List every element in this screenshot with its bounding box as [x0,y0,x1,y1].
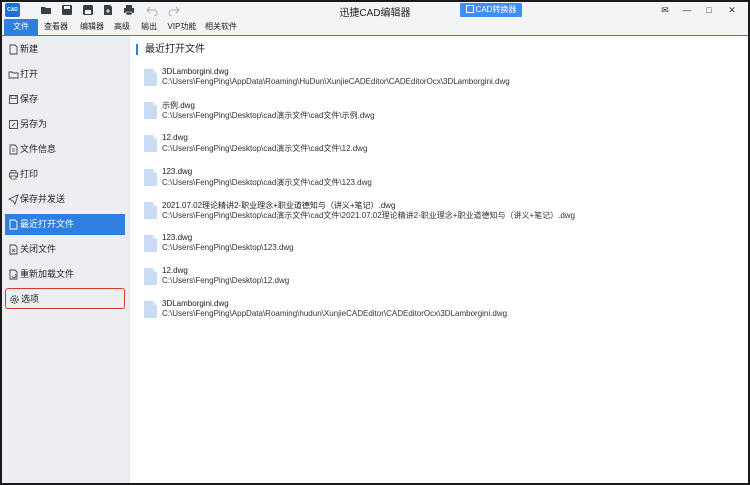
file-path: C:\Users\FengPing\Desktop\cad演示文件\cad文件\… [162,211,576,220]
window-title: 迅捷CAD编辑器 [339,8,411,19]
recent-file-item[interactable]: 3DLamborgini.dwg C:\Users\FengPing\AppDa… [143,66,743,94]
recent-file-item[interactable]: 12.dwg C:\Users\FengPing\Desktop\12.dwg [143,265,743,293]
sidebar-item-new[interactable]: 新建 [5,39,125,60]
recent-files-panel: 最近打开文件 3DLamborgini.dwg C:\Users\FengPin… [131,36,748,483]
file-info-icon [8,144,19,155]
app-logo: CAD [5,3,20,17]
gear-icon [9,294,20,305]
redo-icon[interactable] [168,4,180,16]
maximize-button[interactable]: □ [702,4,716,16]
mail-icon[interactable]: ✉ [658,4,672,16]
close-file-icon [8,244,19,255]
dwg-file-icon [143,101,158,120]
menu-bar: 文件 查看器 编辑器 高级 输出 VIP功能 相关软件 [2,19,748,36]
dwg-file-icon [143,68,158,87]
menu-vip[interactable]: VIP功能 [166,19,198,35]
file-name: 3DLamborgini.dwg [162,67,229,76]
menu-related-software[interactable]: 相关软件 [204,19,238,35]
file-path: C:\Users\FengPing\AppData\Roaming\HuDun\… [162,77,510,86]
export-icon[interactable] [102,4,114,16]
file-path: C:\Users\FengPing\Desktop\cad演示文件\cad文件\… [162,178,372,187]
dwg-file-icon [143,201,158,220]
dwg-file-icon [143,134,158,153]
file-path: C:\Users\FengPing\Desktop\12.dwg [162,276,290,285]
file-path: C:\Users\FengPing\Desktop\cad演示文件\cad文件\… [162,111,375,120]
minimize-button[interactable]: — [680,4,694,16]
sidebar-item-save[interactable]: 保存 [5,89,125,110]
converter-icon [465,5,474,13]
recent-files-icon [8,219,19,230]
cad-converter-button[interactable]: CAD转换器 [460,3,522,17]
dwg-file-icon [143,300,158,319]
file-path: C:\Users\FengPing\Desktop\cad演示文件\cad文件\… [162,144,368,153]
sidebar-item-options[interactable]: 选项 [5,288,125,309]
save-icon[interactable] [61,4,73,16]
file-path: C:\Users\FengPing\Desktop\123.dwg [162,243,294,252]
app-window: CAD 迅捷CAD编辑器 CAD转换器 ✉ — □ ✕ 文件 查看器 编辑器 高… [0,0,750,485]
file-name: 3DLamborgini.dwg [162,299,229,308]
sidebar-item-open[interactable]: 打开 [5,64,125,85]
menu-editor[interactable]: 编辑器 [78,19,106,35]
section-title: 最近打开文件 [136,44,205,55]
recent-file-item[interactable]: 示例.dwg C:\Users\FengPing\Desktop\cad演示文件… [143,99,743,127]
recent-file-item[interactable]: 3DLamborgini.dwg C:\Users\FengPing\AppDa… [143,298,743,326]
folder-icon[interactable] [40,4,52,16]
cad-converter-label: CAD转换器 [475,5,517,14]
file-name: 123.dwg [162,233,193,242]
dwg-file-icon [143,234,158,253]
undo-icon[interactable] [146,4,158,16]
file-path: C:\Users\FengPing\AppData\Roaming\hudun\… [162,309,508,318]
menu-advanced[interactable]: 高级 [112,19,132,35]
menu-output[interactable]: 输出 [139,19,159,35]
print-icon [8,169,19,180]
menu-file[interactable]: 文件 [4,19,38,35]
sidebar-item-save-send[interactable]: 保存并发送 [5,189,125,210]
dwg-file-icon [143,267,158,286]
title-bar: CAD 迅捷CAD编辑器 CAD转换器 ✉ — □ ✕ [2,2,748,19]
open-icon [8,69,19,80]
new-file-icon [8,44,19,55]
menu-viewer[interactable]: 查看器 [42,19,70,35]
sidebar-item-save-as[interactable]: 另存为 [5,114,125,135]
file-name: 12.dwg [162,133,188,142]
file-sidebar: 新建 打开 保存 另存为 文件信息 打印 保存并发送 最近打开文件 关闭文件 重… [2,36,130,483]
reload-icon [8,269,19,280]
recent-file-item[interactable]: 12.dwg C:\Users\FengPing\Desktop\cad演示文件… [143,132,743,160]
save-icon [8,94,19,105]
sidebar-item-recent-files[interactable]: 最近打开文件 [5,214,125,235]
recent-file-item[interactable]: 2021.07.02理论精讲2-职业理念+职业道德知与（讲义+笔记）.dwg C… [143,199,743,227]
recent-file-item[interactable]: 123.dwg C:\Users\FengPing\Desktop\cad演示文… [143,166,743,194]
sidebar-item-file-info[interactable]: 文件信息 [5,139,125,160]
close-button[interactable]: ✕ [725,4,739,16]
file-name: 123.dwg [162,167,193,176]
print-icon[interactable] [123,4,135,16]
save-as-icon[interactable] [82,4,94,16]
sidebar-item-print[interactable]: 打印 [5,164,125,185]
dwg-file-icon [143,168,158,187]
save-as-icon [8,119,19,130]
sidebar-item-close-file[interactable]: 关闭文件 [5,239,125,260]
file-name: 12.dwg [162,266,188,275]
save-send-icon [8,194,19,205]
recent-file-item[interactable]: 123.dwg C:\Users\FengPing\Desktop\123.dw… [143,232,743,260]
sidebar-item-reload[interactable]: 重新加载文件 [5,264,125,285]
